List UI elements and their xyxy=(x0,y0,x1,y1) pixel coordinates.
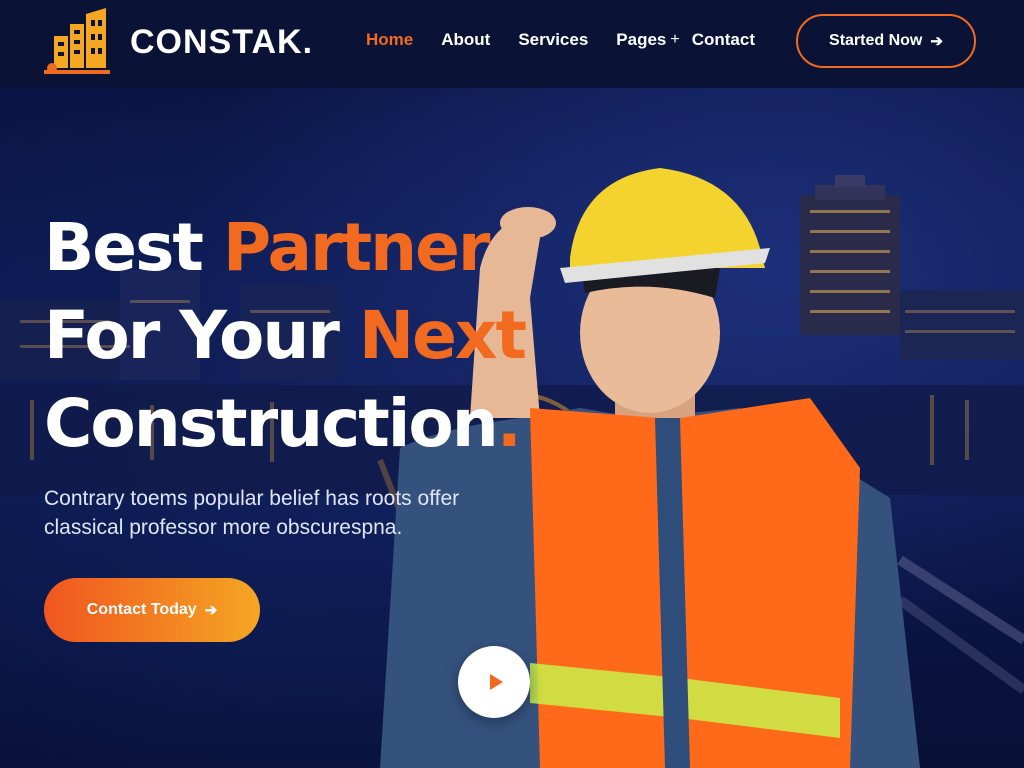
headline-line-1: Best Partner xyxy=(44,204,525,292)
site-header: CONSTAK. Home About Services Pages + Con… xyxy=(0,0,1024,88)
play-icon xyxy=(489,674,503,690)
headline-text: Construction xyxy=(44,385,499,462)
nav-item-home[interactable]: Home xyxy=(366,30,413,50)
contact-today-button[interactable]: Contact Today ➔ xyxy=(44,578,260,642)
arrow-right-icon: ➔ xyxy=(930,33,943,50)
nav-item-about[interactable]: About xyxy=(441,30,490,50)
started-now-button[interactable]: Started Now ➔ xyxy=(796,14,976,68)
started-now-label: Started Now xyxy=(829,32,923,49)
headline-highlight: Next xyxy=(358,297,527,374)
contact-today-label: Contact Today xyxy=(86,601,197,618)
nav-item-contact[interactable]: Contact xyxy=(692,30,755,50)
headline-line-2: For Your Next xyxy=(44,292,527,380)
headline-highlight: Partner xyxy=(222,209,491,286)
headline-text: For Your xyxy=(44,297,359,374)
brand-logo[interactable]: CONSTAK. xyxy=(44,6,313,78)
play-video-button[interactable] xyxy=(458,646,530,718)
hero-subtext: Contrary toems popular belief has roots … xyxy=(44,487,460,539)
main-nav: Home About Services Pages + Contact xyxy=(366,30,783,50)
nav-item-services[interactable]: Services xyxy=(518,30,588,50)
headline-text: Best xyxy=(44,209,223,286)
headline-line-3: Construction. xyxy=(44,380,525,468)
nav-item-pages-group[interactable]: Pages + xyxy=(616,30,679,50)
arrow-right-icon: ➔ xyxy=(204,602,218,619)
nav-item-pages[interactable]: Pages xyxy=(616,30,666,50)
plus-icon[interactable]: + xyxy=(670,31,679,49)
building-logo-icon xyxy=(44,8,110,74)
brand-name: CONSTAK. xyxy=(130,22,314,61)
hero-headline: Best Partner For Your Next Construction. xyxy=(44,204,527,468)
headline-dot: . xyxy=(496,385,522,462)
